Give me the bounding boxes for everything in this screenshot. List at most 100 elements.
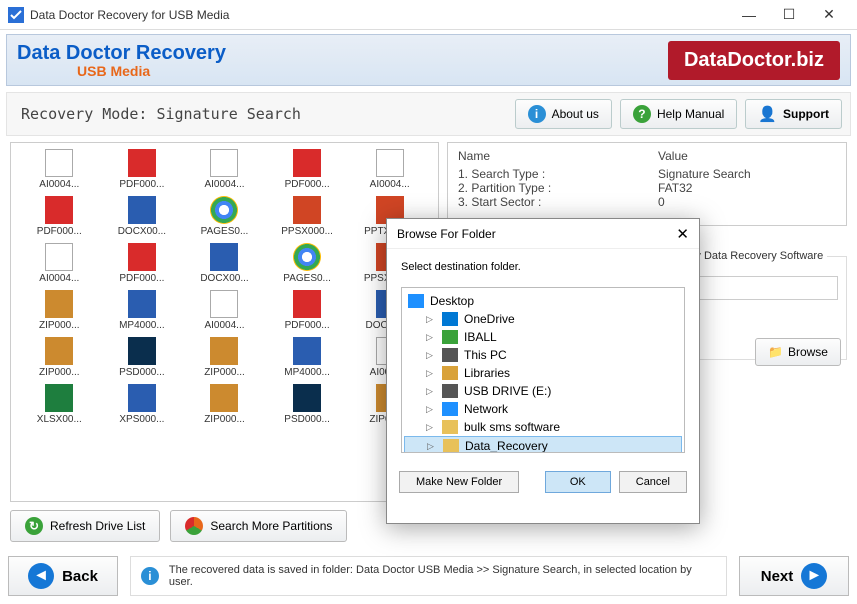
file-type-icon: [45, 196, 73, 224]
file-item[interactable]: PDF000...: [267, 290, 348, 331]
tree-item[interactable]: ▷Network: [404, 400, 682, 418]
tree-item[interactable]: ▷OneDrive: [404, 310, 682, 328]
file-item[interactable]: ZIP000...: [19, 337, 100, 378]
file-item[interactable]: ZIP000...: [184, 337, 265, 378]
file-item[interactable]: XLSX00...: [19, 384, 100, 425]
make-new-folder-button[interactable]: Make New Folder: [399, 471, 519, 493]
file-label: MP4000...: [102, 320, 183, 331]
file-label: AI0004...: [19, 273, 100, 284]
refresh-drive-button[interactable]: ↻Refresh Drive List: [10, 510, 160, 542]
file-label: ZIP000...: [19, 367, 100, 378]
expand-icon[interactable]: ▷: [426, 332, 436, 343]
tree-item[interactable]: ▷Data_Recovery: [404, 436, 682, 453]
file-type-icon: [293, 290, 321, 318]
file-item[interactable]: MP4000...: [267, 337, 348, 378]
file-type-icon: [210, 384, 238, 412]
banner-subtitle: USB Media: [77, 63, 668, 79]
tree-item[interactable]: ▷This PC: [404, 346, 682, 364]
expand-icon[interactable]: ▷: [426, 350, 436, 361]
about-button[interactable]: iAbout us: [515, 99, 612, 129]
file-item[interactable]: PSD000...: [267, 384, 348, 425]
file-type-icon: [128, 384, 156, 412]
tree-item[interactable]: Desktop: [404, 292, 682, 310]
file-item[interactable]: PSD000...: [102, 337, 183, 378]
tree-item-label: IBALL: [464, 330, 497, 344]
expand-icon[interactable]: ▷: [427, 441, 437, 452]
close-button[interactable]: ✕: [809, 1, 849, 29]
file-item[interactable]: AI0004...: [184, 290, 265, 331]
minimize-button[interactable]: —: [729, 1, 769, 29]
browse-button[interactable]: 📁Browse: [755, 338, 841, 366]
file-label: ZIP000...: [184, 414, 265, 425]
banner-title: Data Doctor Recovery: [17, 42, 668, 65]
file-item[interactable]: PAGES0...: [184, 196, 265, 237]
file-item[interactable]: PAGES0...: [267, 243, 348, 284]
folder-icon: [442, 402, 458, 416]
file-type-icon: [210, 149, 238, 177]
folder-icon: [442, 384, 458, 398]
property-row: 1. Search Type :Signature Search: [458, 167, 836, 181]
folder-tree[interactable]: Desktop▷OneDrive▷IBALL▷This PC▷Libraries…: [401, 287, 685, 453]
property-row: 3. Start Sector :0: [458, 195, 836, 209]
help-icon: ?: [633, 105, 651, 123]
file-type-icon: [128, 196, 156, 224]
file-item[interactable]: ZIP000...: [184, 384, 265, 425]
file-item[interactable]: PPSX000...: [267, 196, 348, 237]
file-label: DOCX00...: [102, 226, 183, 237]
ok-button[interactable]: OK: [545, 471, 611, 493]
file-type-icon: [210, 243, 238, 271]
tree-item-label: Desktop: [430, 294, 474, 308]
file-label: XPS000...: [102, 414, 183, 425]
mode-row: Recovery Mode: Signature Search iAbout u…: [6, 92, 851, 136]
file-type-icon: [293, 196, 321, 224]
folder-icon: [442, 366, 458, 380]
expand-icon[interactable]: ▷: [426, 368, 436, 379]
file-item[interactable]: DOCX00...: [184, 243, 265, 284]
expand-icon[interactable]: ▷: [426, 404, 436, 415]
dialog-close-button[interactable]: ✕: [676, 225, 689, 243]
tree-item-label: bulk sms software: [464, 420, 560, 434]
file-type-icon: [293, 243, 321, 271]
file-item[interactable]: PDF000...: [19, 196, 100, 237]
file-label: AI0004...: [19, 179, 100, 190]
maximize-button[interactable]: ☐: [769, 1, 809, 29]
file-label: XLSX00...: [19, 414, 100, 425]
file-label: PDF000...: [267, 179, 348, 190]
support-button[interactable]: 👤Support: [745, 99, 842, 129]
expand-icon[interactable]: ▷: [426, 422, 436, 433]
expand-icon[interactable]: ▷: [426, 386, 436, 397]
file-item[interactable]: AI0004...: [19, 243, 100, 284]
tree-item[interactable]: ▷ bulk sms software: [404, 418, 682, 436]
arrow-left-icon: ◄: [28, 563, 54, 589]
file-type-icon: [293, 384, 321, 412]
file-item[interactable]: AI0004...: [349, 149, 430, 190]
next-button[interactable]: Next►: [739, 556, 849, 596]
tree-item[interactable]: ▷Libraries: [404, 364, 682, 382]
dialog-titlebar: Browse For Folder ✕: [387, 219, 699, 249]
file-label: PPSX000...: [267, 226, 348, 237]
search-more-button[interactable]: Search More Partitions: [170, 510, 347, 542]
file-item[interactable]: PDF000...: [102, 149, 183, 190]
expand-icon[interactable]: ▷: [426, 314, 436, 325]
file-label: ZIP000...: [19, 320, 100, 331]
file-item[interactable]: DOCX00...: [102, 196, 183, 237]
tree-item[interactable]: ▷ IBALL: [404, 328, 682, 346]
cancel-button[interactable]: Cancel: [619, 471, 687, 493]
file-label: MP4000...: [267, 367, 348, 378]
file-item[interactable]: XPS000...: [102, 384, 183, 425]
help-button[interactable]: ?Help Manual: [620, 99, 737, 129]
file-item[interactable]: AI0004...: [184, 149, 265, 190]
back-button[interactable]: ◄Back: [8, 556, 118, 596]
file-type-icon: [293, 337, 321, 365]
file-item[interactable]: PDF000...: [102, 243, 183, 284]
tree-item[interactable]: ▷USB DRIVE (E:): [404, 382, 682, 400]
props-header-name: Name: [458, 149, 658, 163]
file-item[interactable]: MP4000...: [102, 290, 183, 331]
file-item[interactable]: PDF000...: [267, 149, 348, 190]
file-item[interactable]: AI0004...: [19, 149, 100, 190]
files-panel: AI0004...PDF000...AI0004...PDF000...AI00…: [10, 142, 439, 502]
file-label: PSD000...: [102, 367, 183, 378]
info-icon: i: [528, 105, 546, 123]
folder-search-icon: 📁: [768, 345, 783, 359]
file-item[interactable]: ZIP000...: [19, 290, 100, 331]
